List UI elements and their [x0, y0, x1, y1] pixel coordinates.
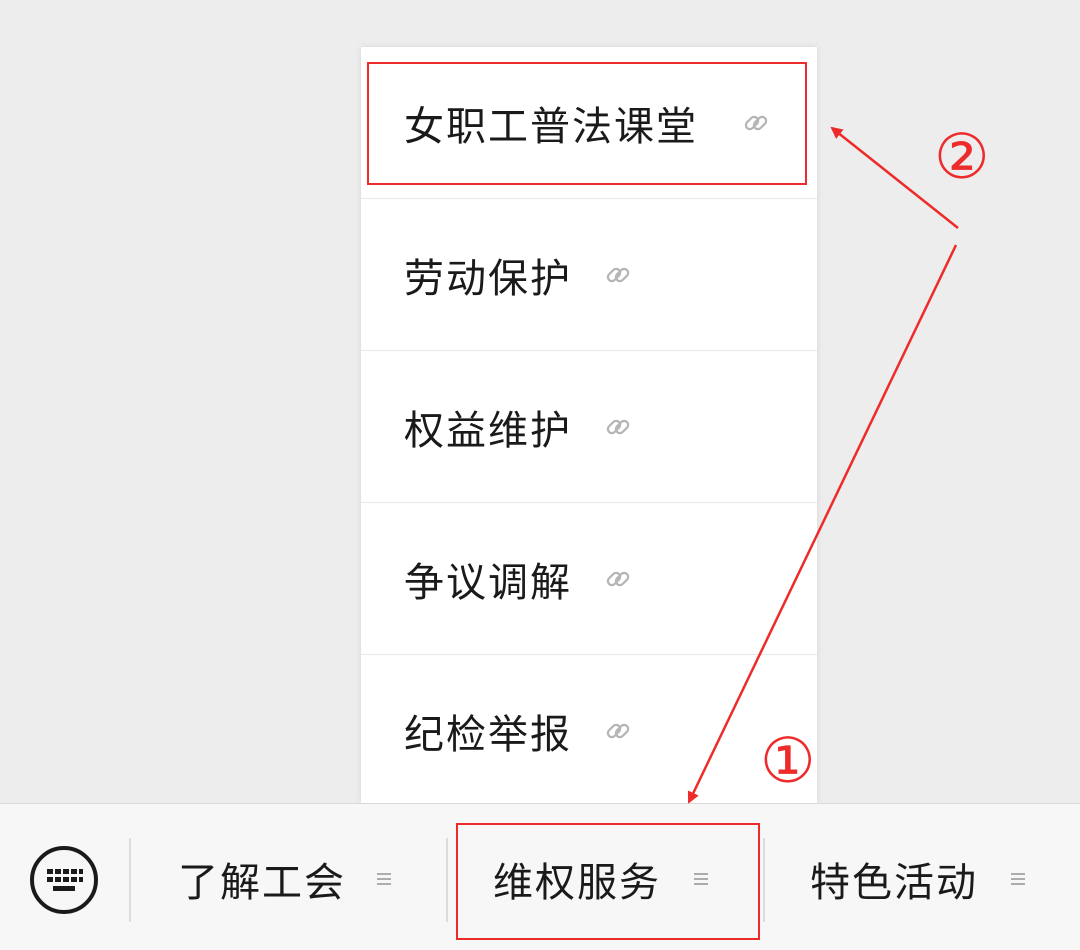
- link-icon: [606, 571, 630, 586]
- tab-featured-activities[interactable]: 特色活动: [766, 824, 1080, 934]
- link-icon: [606, 267, 630, 282]
- submenu-item-label: 纪检举报: [404, 712, 572, 758]
- submenu-item-rights-protection[interactable]: 权益维护: [361, 351, 817, 503]
- tab-label: 了解工会: [178, 860, 346, 906]
- menu-divider: [763, 838, 765, 922]
- submenu-item-label: 权益维护: [404, 407, 572, 454]
- tab-about-union[interactable]: 了解工会: [132, 824, 446, 934]
- link-icon: [606, 419, 630, 434]
- menu-divider: [129, 838, 131, 922]
- submenu-item-discipline-report[interactable]: 纪检举报: [361, 655, 817, 807]
- keyboard-icon[interactable]: [28, 844, 100, 916]
- tab-label: 特色活动: [810, 860, 978, 906]
- submenu-item-labor-protection[interactable]: 劳动保护: [361, 199, 817, 351]
- highlight-box-submenu-item: [367, 62, 807, 185]
- submenu-item-label: 争议调解: [404, 559, 572, 606]
- menu-lines-icon: [377, 873, 391, 885]
- menu-divider: [446, 838, 448, 922]
- submenu-item-label: 劳动保护: [404, 255, 572, 302]
- menu-lines-icon: [1011, 873, 1025, 885]
- step-number-one: ①: [760, 724, 816, 797]
- submenu-item-dispute-mediation[interactable]: 争议调解: [361, 503, 817, 655]
- link-icon: [606, 723, 630, 739]
- step-number-two: ②: [934, 120, 990, 193]
- highlight-box-menu-tab: [456, 823, 760, 940]
